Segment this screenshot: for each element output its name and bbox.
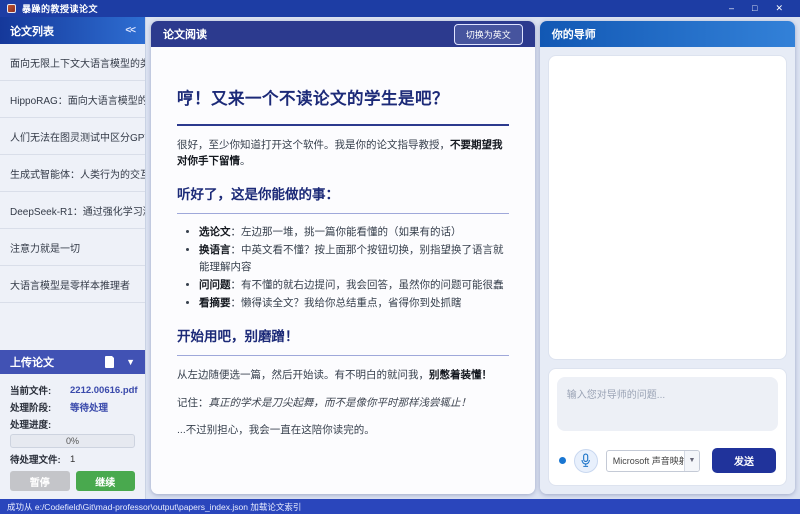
question-input[interactable] [557, 377, 778, 431]
pending-files-label: 待处理文件: [10, 452, 70, 466]
closing-paragraph: ...不过别担心，我会一直在这陪你读完的。 [177, 422, 509, 438]
upload-header: 上传论文 ▼ [0, 350, 145, 374]
status-bar: 成功从 e:/Codefield\Git\mad-professor\outpu… [0, 499, 800, 514]
paper-list-item[interactable]: 人们无法在图灵测试中区分GPT-4与… [0, 118, 145, 155]
mentor-header: 你的导师 [540, 21, 795, 47]
welcome-heading: 哼！又来一个不读论文的学生是吧？ [177, 87, 509, 126]
paper-list-item[interactable]: HippoRAG：面向大语言模型的神经… [0, 81, 145, 118]
paper-list-item[interactable]: 生成式智能体：人类行为的交互式… [0, 155, 145, 192]
resume-button[interactable]: 继续 [76, 471, 136, 491]
minimize-button[interactable]: – [729, 4, 734, 13]
paper-list-title: 论文列表 [10, 23, 54, 39]
mentor-panel: 你的导师 [540, 21, 795, 494]
intro-paragraph: 很好，至少你知道打开这个软件。我是你的论文指导教授，不要期望我对你手下留情。 [177, 137, 509, 170]
paper-list-item[interactable]: 注意力就是一切 [0, 229, 145, 266]
reader-content: 哼！又来一个不读论文的学生是吧？ 很好，至少你知道打开这个软件。我是你的论文指导… [151, 47, 535, 494]
app-window: 暴躁的教授读论文 – □ ✕ 论文列表 << 面向无限上下文大语言模型的类人… … [0, 0, 800, 514]
current-file-value: 2212.00616.pdf [70, 385, 138, 396]
voice-status-dot [559, 457, 566, 464]
upload-title: 上传论文 [10, 354, 54, 370]
microphone-icon [580, 453, 591, 468]
content-wrap: 论文阅读 切换为英文 哼！又来一个不读论文的学生是吧？ 很好，至少你知道打开这个… [146, 17, 800, 499]
stage-label: 处理阶段: [10, 400, 70, 414]
list-item: 问问题：有不懂的就右边提问，我会回答，虽然你的问题可能很蠢 [199, 277, 509, 293]
window-title: 暴躁的教授读论文 [22, 2, 98, 15]
capabilities-list: 选论文：左边那一堆，挑一篇你能看懂的（如果有的话） 换语言：中英文看不懂？按上面… [177, 224, 509, 311]
pending-files-value: 1 [70, 454, 75, 465]
title-bar: 暴躁的教授读论文 – □ ✕ [0, 0, 800, 17]
window-controls: – □ ✕ [729, 4, 793, 13]
paper-list-item[interactable]: 大语言模型是零样本推理者 [0, 266, 145, 303]
paper-list: 面向无限上下文大语言模型的类人… HippoRAG：面向大语言模型的神经… 人们… [0, 44, 145, 303]
sidebar: 论文列表 << 面向无限上下文大语言模型的类人… HippoRAG：面向大语言模… [0, 17, 146, 499]
section-heading-start: 开始用吧，别磨蹭！ [177, 327, 509, 356]
current-file-label: 当前文件: [10, 383, 70, 397]
collapse-sidebar-button[interactable]: << [125, 25, 135, 36]
audio-device-value: Microsoft 声音映射器 - Inpu [607, 454, 684, 467]
upload-panel: 上传论文 ▼ 当前文件: 2212.00616.pdf 处理阶段: 等待处理 处… [0, 350, 145, 499]
progress-bar: 0% [10, 434, 135, 448]
reader-title: 论文阅读 [163, 26, 207, 42]
maximize-button[interactable]: □ [752, 4, 757, 13]
list-item: 换语言：中英文看不懂？按上面那个按钮切换，别指望换了语言就能理解内容 [199, 242, 509, 275]
start-paragraph: 从左边随便选一篇，然后开始读。有不明白的就问我，别憋着装懂！ [177, 367, 509, 383]
chat-controls-row: Microsoft 声音映射器 - Inpu ▼ 发送 [559, 448, 776, 473]
mentor-title: 你的导师 [552, 26, 596, 42]
upload-body: 当前文件: 2212.00616.pdf 处理阶段: 等待处理 处理进度: 0%… [0, 374, 145, 499]
remember-paragraph: 记住：真正的学术是刀尖起舞，而不是像你平时那样浅尝辄止！ [177, 395, 509, 411]
chevron-down-icon[interactable]: ▼ [126, 357, 135, 367]
stage-value: 等待处理 [70, 400, 108, 414]
audio-device-select[interactable]: Microsoft 声音映射器 - Inpu ▼ [606, 450, 700, 472]
send-button[interactable]: 发送 [712, 448, 776, 473]
chat-history-area [548, 55, 787, 360]
paper-list-item[interactable]: DeepSeek-R1：通过强化学习激励… [0, 192, 145, 229]
list-item: 看摘要：懒得读全文？我给你总结重点，省得你到处抓瞎 [199, 295, 509, 311]
microphone-button[interactable] [574, 449, 598, 473]
paper-list-item[interactable]: 面向无限上下文大语言模型的类人… [0, 44, 145, 81]
mentor-body: Microsoft 声音映射器 - Inpu ▼ 发送 [540, 47, 795, 494]
pause-button[interactable]: 暂停 [10, 471, 70, 491]
paper-list-header: 论文列表 << [0, 17, 145, 44]
select-arrow-icon: ▼ [684, 451, 699, 471]
status-text: 成功从 e:/Codefield\Git\mad-professor\outpu… [7, 501, 301, 513]
reader-header: 论文阅读 切换为英文 [151, 21, 535, 47]
app-icon [7, 4, 16, 13]
close-button[interactable]: ✕ [775, 4, 783, 13]
document-icon [105, 356, 114, 368]
toggle-language-button[interactable]: 切换为英文 [454, 24, 523, 45]
main-area: 论文列表 << 面向无限上下文大语言模型的类人… HippoRAG：面向大语言模… [0, 17, 800, 499]
list-item: 选论文：左边那一堆，挑一篇你能看懂的（如果有的话） [199, 224, 509, 240]
chat-input-card: Microsoft 声音映射器 - Inpu ▼ 发送 [548, 368, 787, 486]
section-heading-capabilities: 听好了，这是你能做的事： [177, 185, 509, 214]
reader-panel: 论文阅读 切换为英文 哼！又来一个不读论文的学生是吧？ 很好，至少你知道打开这个… [151, 21, 535, 494]
progress-label: 处理进度: [10, 417, 70, 431]
